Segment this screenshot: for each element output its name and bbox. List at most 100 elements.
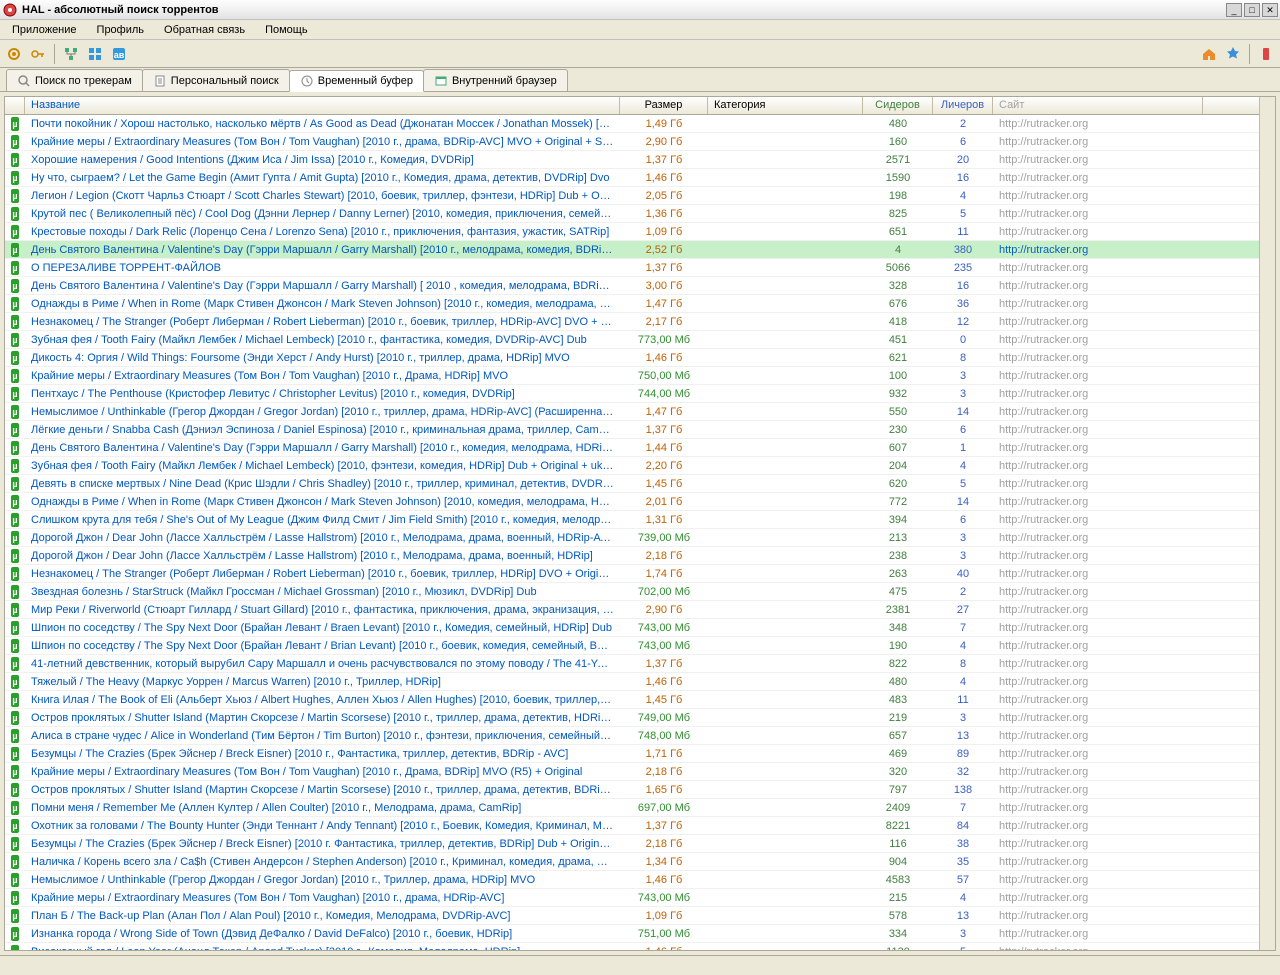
- table-row[interactable]: µИзнанка города / Wrong Side of Town (Дэ…: [5, 925, 1259, 943]
- table-row[interactable]: µКрайние меры / Extraordinary Measures (…: [5, 133, 1259, 151]
- row-category: [708, 501, 863, 503]
- row-leechers: 84: [933, 819, 993, 833]
- table-row[interactable]: µПочти покойник / Хорош настолько, наско…: [5, 115, 1259, 133]
- table-row[interactable]: µДикость 4: Оргия / Wild Things: Foursom…: [5, 349, 1259, 367]
- col-name[interactable]: Название: [25, 97, 620, 114]
- tree-icon[interactable]: [61, 44, 81, 64]
- col-category[interactable]: Категория: [708, 97, 863, 114]
- scrollbar-vertical[interactable]: [1259, 97, 1275, 950]
- row-leechers: 4: [933, 189, 993, 203]
- table-row[interactable]: µНезнакомец / The Stranger (Роберт Либер…: [5, 313, 1259, 331]
- row-site: http://rutracker.org: [993, 621, 1203, 635]
- col-icon[interactable]: [5, 97, 25, 114]
- row-name: Дорогой Джон / Dear John (Лассе Халльстр…: [25, 549, 620, 563]
- row-name: План Б / The Back-up Plan (Алан Пол / Al…: [25, 909, 620, 923]
- close-button[interactable]: ✕: [1262, 3, 1278, 17]
- row-seeders: 219: [863, 711, 933, 725]
- table-row[interactable]: µКрайние меры / Extraordinary Measures (…: [5, 889, 1259, 907]
- row-site: http://rutracker.org: [993, 243, 1203, 257]
- row-name: Незнакомец / The Stranger (Роберт Либерм…: [25, 315, 620, 329]
- table-row[interactable]: µКрутой пес ( Великолепный пёс) / Cool D…: [5, 205, 1259, 223]
- tab-2[interactable]: Временный буфер: [289, 70, 424, 92]
- table-row[interactable]: µДорогой Джон / Dear John (Лассе Халльст…: [5, 529, 1259, 547]
- row-leechers: 0: [933, 333, 993, 347]
- menu-feedback[interactable]: Обратная связь: [156, 22, 253, 38]
- table-row[interactable]: µКнига Илая / The Book of Eli (Альберт Х…: [5, 691, 1259, 709]
- table-row[interactable]: µОхотник за головами / The Bounty Hunter…: [5, 817, 1259, 835]
- col-seeders[interactable]: Сидеров: [863, 97, 933, 114]
- row-leechers: 32: [933, 765, 993, 779]
- table-row[interactable]: µПлан Б / The Back-up Plan (Алан Пол / A…: [5, 907, 1259, 925]
- torrent-icon: µ: [5, 944, 25, 951]
- row-size: 744,00 Мб: [620, 387, 708, 401]
- row-size: 1,46 Гб: [620, 873, 708, 887]
- table-row[interactable]: µЗвездная болезнь / StarStruck (Майкл Гр…: [5, 583, 1259, 601]
- table-row[interactable]: µКрайние меры / Extraordinary Measures (…: [5, 763, 1259, 781]
- table-row[interactable]: µСлишком крута для тебя / She's Out of M…: [5, 511, 1259, 529]
- table-row[interactable]: µАлиса в стране чудес / Alice in Wonderl…: [5, 727, 1259, 745]
- table-row[interactable]: µДевять в списке мертвых / Nine Dead (Кр…: [5, 475, 1259, 493]
- gear-icon[interactable]: [4, 44, 24, 64]
- svg-text:ав: ав: [114, 50, 125, 60]
- row-category: [708, 735, 863, 737]
- table-row[interactable]: µДень Святого Валентина / Valentine's Da…: [5, 241, 1259, 259]
- row-seeders: 480: [863, 675, 933, 689]
- table-row[interactable]: µДень Святого Валентина / Valentine's Da…: [5, 439, 1259, 457]
- table-row[interactable]: µНу что, сыграем? / Let the Game Begin (…: [5, 169, 1259, 187]
- table-row[interactable]: µЛёгкие деньги / Snabba Cash (Дэниэл Эсп…: [5, 421, 1259, 439]
- menu-help[interactable]: Помощь: [257, 22, 316, 38]
- table-row[interactable]: µКрайние меры / Extraordinary Measures (…: [5, 367, 1259, 385]
- table-row[interactable]: µМир Реки / Riverworld (Стюарт Гиллард /…: [5, 601, 1259, 619]
- key-icon[interactable]: [28, 44, 48, 64]
- toolbar: ав: [0, 40, 1280, 68]
- table-row[interactable]: µПентхаус / The Penthouse (Кристофер Лев…: [5, 385, 1259, 403]
- torrent-icon: µ: [5, 134, 25, 150]
- torrent-icon: µ: [5, 332, 25, 348]
- table-row[interactable]: µШпион по соседству / The Spy Next Door …: [5, 619, 1259, 637]
- table-row[interactable]: µЛегион / Legion (Скотт Чарльз Стюарт / …: [5, 187, 1259, 205]
- maximize-button[interactable]: □: [1244, 3, 1260, 17]
- row-site: http://rutracker.org: [993, 729, 1203, 743]
- table-row[interactable]: µБезумцы / The Crazies (Брек Эйснер / Br…: [5, 745, 1259, 763]
- table-row[interactable]: µЗубная фея / Tooth Fairy (Майкл Лембек …: [5, 331, 1259, 349]
- table-row[interactable]: µВисокосный год / Leap Year (Ананд Такер…: [5, 943, 1259, 950]
- table-row[interactable]: µ41-летний девственник, который вырубил …: [5, 655, 1259, 673]
- table-row[interactable]: µБезумцы / The Crazies (Брек Эйснер / Br…: [5, 835, 1259, 853]
- exit-icon[interactable]: [1256, 44, 1276, 64]
- row-leechers: 6: [933, 135, 993, 149]
- tab-0[interactable]: Поиск по трекерам: [6, 69, 143, 91]
- table-row[interactable]: µОстров проклятых / Shutter Island (Март…: [5, 781, 1259, 799]
- home-icon[interactable]: [1199, 44, 1219, 64]
- table-row[interactable]: µОстров проклятых / Shutter Island (Март…: [5, 709, 1259, 727]
- table-row[interactable]: µО ПЕРЕЗАЛИВЕ ТОРРЕНТ-ФАЙЛОВ1,37 Гб50662…: [5, 259, 1259, 277]
- table-row[interactable]: µПомни меня / Remember Me (Аллен Култер …: [5, 799, 1259, 817]
- col-size[interactable]: Размер: [620, 97, 708, 114]
- menu-profile[interactable]: Профиль: [89, 22, 153, 38]
- col-site[interactable]: Сайт: [993, 97, 1203, 114]
- table-row[interactable]: µНемыслимое / Unthinkable (Грегор Джорда…: [5, 871, 1259, 889]
- row-category: [708, 447, 863, 449]
- table-row[interactable]: µКрестовые походы / Dark Relic (Лоренцо …: [5, 223, 1259, 241]
- row-seeders: 100: [863, 369, 933, 383]
- table-row[interactable]: µХорошие намерения / Good Intentions (Дж…: [5, 151, 1259, 169]
- table-row[interactable]: µОднажды в Риме / When in Rome (Марк Сти…: [5, 493, 1259, 511]
- tab-3[interactable]: Внутренний браузер: [423, 69, 568, 91]
- table-row[interactable]: µДень Святого Валентина / Valentine's Da…: [5, 277, 1259, 295]
- table-row[interactable]: µНезнакомец / The Stranger (Роберт Либер…: [5, 565, 1259, 583]
- text-icon[interactable]: ав: [109, 44, 129, 64]
- table-row[interactable]: µНемыслимое / Unthinkable (Грегор Джорда…: [5, 403, 1259, 421]
- grid-body[interactable]: µПочти покойник / Хорош настолько, наско…: [5, 115, 1259, 950]
- col-leechers[interactable]: Личеров: [933, 97, 993, 114]
- table-row[interactable]: µДорогой Джон / Dear John (Лассе Халльст…: [5, 547, 1259, 565]
- table-row[interactable]: µОднажды в Риме / When in Rome (Марк Сти…: [5, 295, 1259, 313]
- tab-1[interactable]: Персональный поиск: [142, 69, 290, 91]
- table-row[interactable]: µНаличка / Корень всего зла / Ca$h (Стив…: [5, 853, 1259, 871]
- table-row[interactable]: µШпион по соседству / The Spy Next Door …: [5, 637, 1259, 655]
- menu-app[interactable]: Приложение: [4, 22, 85, 38]
- row-leechers: 27: [933, 603, 993, 617]
- minimize-button[interactable]: _: [1226, 3, 1242, 17]
- table-row[interactable]: µЗубная фея / Tooth Fairy (Майкл Лембек …: [5, 457, 1259, 475]
- tile-icon[interactable]: [85, 44, 105, 64]
- table-row[interactable]: µТяжелый / The Heavy (Маркус Уоррен / Ma…: [5, 673, 1259, 691]
- info-icon[interactable]: [1223, 44, 1243, 64]
